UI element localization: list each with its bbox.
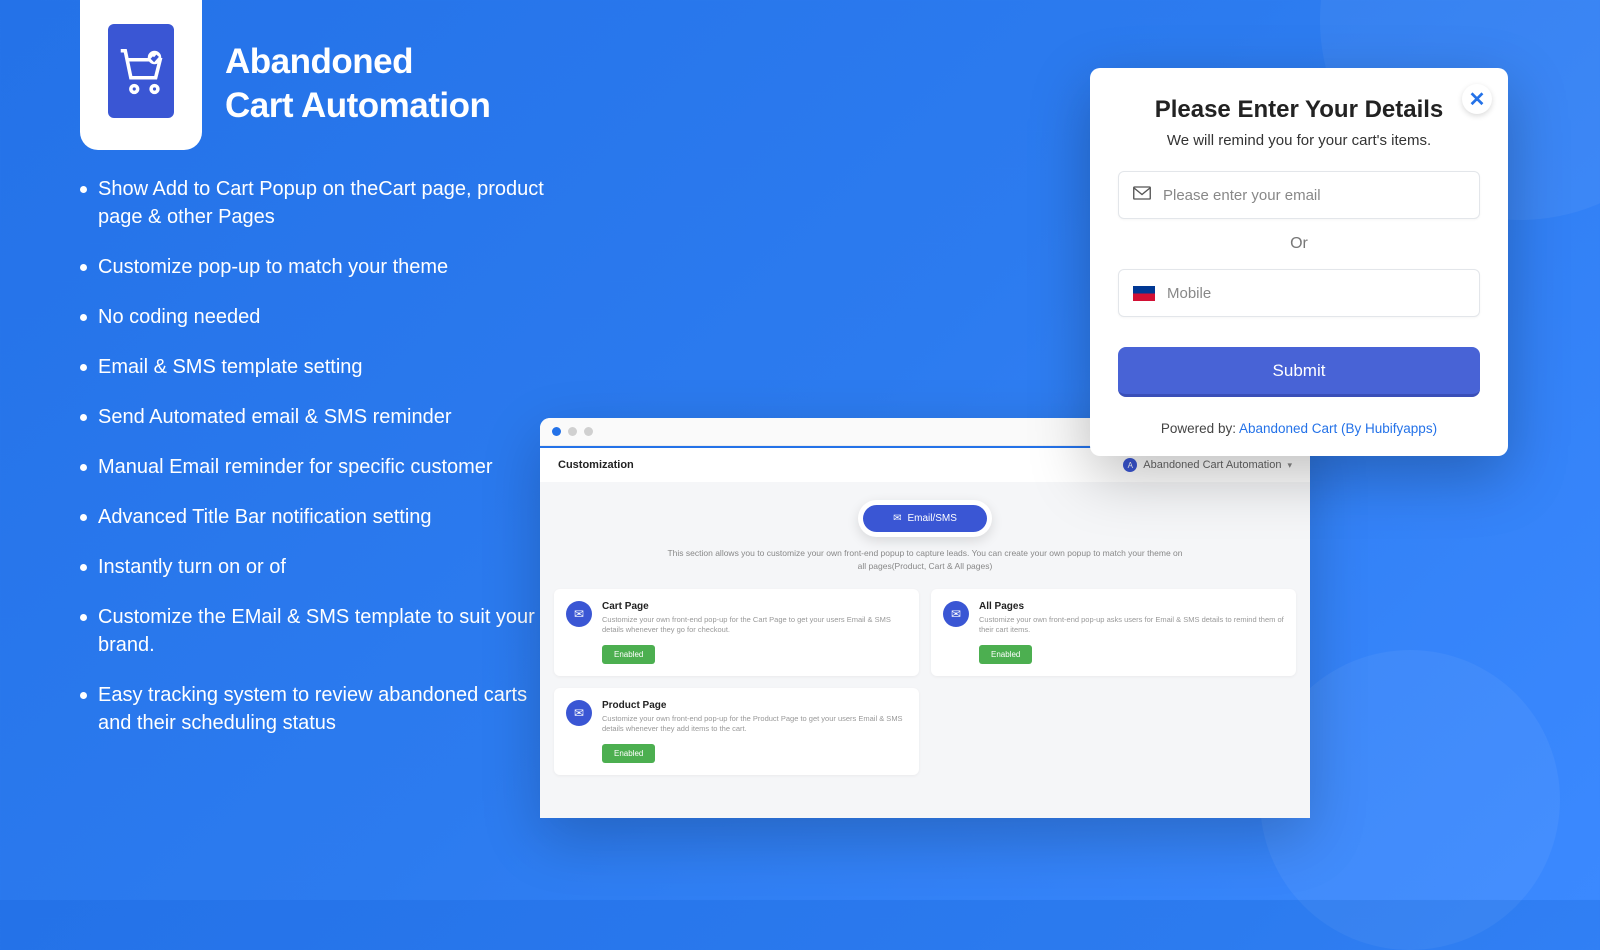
app-switcher[interactable]: A Abandoned Cart Automation ▾ [1123, 458, 1292, 472]
card-desc: Customize your own front-end pop-up for … [602, 714, 907, 735]
feature-item: Customize the EMail & SMS template to su… [80, 603, 550, 659]
dashboard-title: Customization [558, 459, 634, 471]
mail-icon: ✉ [893, 513, 901, 524]
or-divider: Or [1118, 235, 1480, 253]
marketing-panel: AbandonedCart Automation Show Add to Car… [80, 0, 550, 150]
tab-label: Email/SMS [907, 513, 956, 524]
feature-list: Show Add to Cart Popup on theCart page, … [80, 175, 550, 759]
chevron-down-icon: ▾ [1287, 460, 1292, 471]
traffic-light-dot [584, 427, 593, 436]
feature-item: Show Add to Cart Popup on theCart page, … [80, 175, 550, 231]
feature-item: No coding needed [80, 303, 550, 331]
app-logo [108, 24, 174, 118]
card-desc: Customize your own front-end pop-up for … [602, 615, 907, 636]
app-avatar: A [1123, 458, 1137, 472]
flag-icon [1133, 286, 1155, 301]
card-cart-page[interactable]: ✉ Cart Page Customize your own front-end… [554, 589, 919, 676]
email-field-wrap[interactable] [1118, 171, 1480, 219]
tab-email-sms[interactable]: ✉ Email/SMS [863, 505, 987, 532]
close-button[interactable]: ✕ [1462, 84, 1492, 114]
feature-item: Customize pop-up to match your theme [80, 253, 550, 281]
enabled-button[interactable]: Enabled [979, 645, 1032, 664]
card-icon: ✉ [566, 601, 592, 627]
card-title: Product Page [602, 700, 907, 711]
title-line-2: Cart Automation [225, 86, 490, 125]
enabled-button[interactable]: Enabled [602, 645, 655, 664]
section-description: This section allows you to customize you… [665, 547, 1185, 573]
card-title: All Pages [979, 601, 1284, 612]
cart-icon [114, 44, 168, 98]
popup-subheading: We will remind you for your cart's items… [1118, 132, 1480, 149]
powered-prefix: Powered by: [1161, 421, 1239, 436]
close-icon: ✕ [1469, 87, 1486, 112]
mobile-field-wrap[interactable] [1118, 269, 1480, 317]
dashboard-body: ✉ Email/SMS This section allows you to c… [540, 482, 1310, 818]
mail-icon [1133, 186, 1151, 205]
popup-heading: Please Enter Your Details [1118, 96, 1480, 124]
feature-item: Email & SMS template setting [80, 353, 550, 381]
title-line-1: Abandoned [225, 42, 413, 81]
card-all-pages[interactable]: ✉ All Pages Customize your own front-end… [931, 589, 1296, 676]
feature-item: Manual Email reminder for specific custo… [80, 453, 550, 481]
traffic-light-dot [568, 427, 577, 436]
enabled-button[interactable]: Enabled [602, 744, 655, 763]
page-title: Abandoned Cart Automation [225, 40, 490, 128]
tab-container: ✉ Email/SMS [858, 500, 992, 537]
logo-card [80, 0, 202, 150]
card-desc: Customize your own front-end pop-up asks… [979, 615, 1284, 636]
card-title: Cart Page [602, 601, 907, 612]
powered-link[interactable]: Abandoned Cart (By Hubifyapps) [1239, 421, 1437, 436]
mobile-input[interactable] [1167, 285, 1465, 302]
email-input[interactable] [1163, 187, 1465, 204]
app-name: Abandoned Cart Automation [1143, 459, 1281, 471]
feature-item: Instantly turn on or of [80, 553, 550, 581]
cards-grid: ✉ Cart Page Customize your own front-end… [554, 589, 1296, 775]
powered-by: Powered by: Abandoned Cart (By Hubifyapp… [1118, 421, 1480, 436]
feature-item: Send Automated email & SMS reminder [80, 403, 550, 431]
card-product-page[interactable]: ✉ Product Page Customize your own front-… [554, 688, 919, 775]
details-popup: ✕ Please Enter Your Details We will remi… [1090, 68, 1508, 456]
feature-item: Advanced Title Bar notification setting [80, 503, 550, 531]
card-icon: ✉ [943, 601, 969, 627]
submit-button[interactable]: Submit [1118, 347, 1480, 397]
traffic-light-dot [552, 427, 561, 436]
feature-item: Easy tracking system to review abandoned… [80, 681, 550, 737]
dashboard-window: Customization A Abandoned Cart Automatio… [540, 418, 1310, 818]
card-icon: ✉ [566, 700, 592, 726]
